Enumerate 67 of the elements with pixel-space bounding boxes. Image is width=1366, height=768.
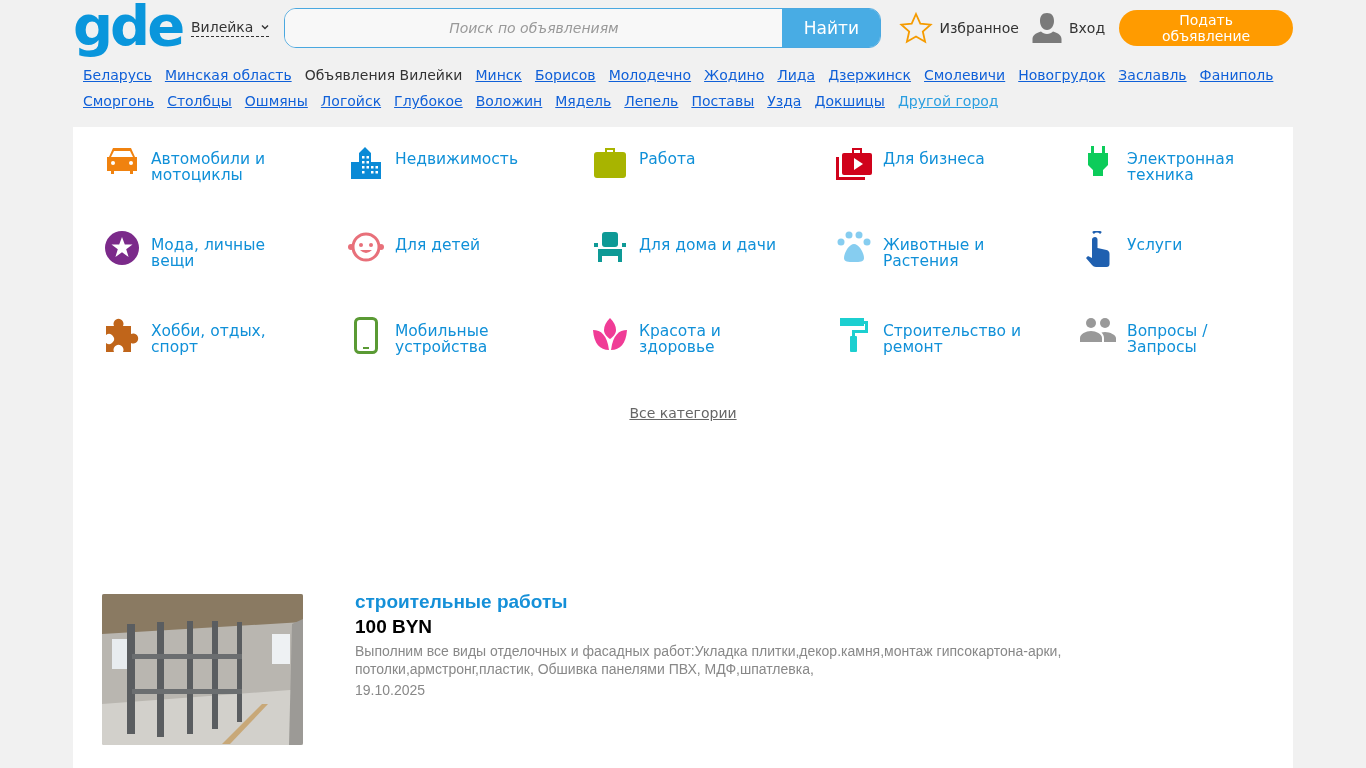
- category-link[interactable]: Услуги: [1049, 231, 1293, 317]
- category-label[interactable]: Мода, личные вещи: [151, 231, 301, 269]
- category-link[interactable]: Хобби, отдых, спорт: [73, 317, 317, 403]
- category-link[interactable]: Для бизнеса: [805, 145, 1049, 231]
- category-label[interactable]: Строительство и ремонт: [883, 317, 1033, 355]
- category-link[interactable]: Строительство и ремонт: [805, 317, 1049, 403]
- star-icon: [899, 12, 934, 44]
- location-link[interactable]: Лепель: [624, 93, 679, 109]
- category-label[interactable]: Мобильные устройства: [395, 317, 545, 355]
- location-link[interactable]: Минск: [475, 67, 522, 83]
- location-link[interactable]: Новогрудок: [1018, 67, 1106, 83]
- category-link[interactable]: Мобильные устройства: [317, 317, 561, 403]
- listing-description: Выполним все виды отделочных и фасадных работ:Укладка плитки,декор.камня,монтаж гипсокартона-арки, потолки,армстронг,пластик, Обшивка панелями ПВХ, МДФ,шпатлевка,: [355, 642, 1063, 678]
- login-link[interactable]: Вход: [1030, 12, 1106, 44]
- location-link[interactable]: Мядель: [555, 93, 612, 109]
- location-link[interactable]: Столбцы: [167, 93, 232, 109]
- city-selector[interactable]: Вилейка: [191, 19, 270, 37]
- post-ad-button[interactable]: Подать объявление: [1119, 10, 1293, 46]
- category-link[interactable]: Красота и здоровье: [561, 317, 805, 403]
- favorites-link[interactable]: Избранное: [899, 12, 1019, 44]
- location-link[interactable]: Беларусь: [83, 67, 152, 83]
- location-link[interactable]: Поставы: [691, 93, 755, 109]
- location-link[interactable]: Жодино: [704, 67, 765, 83]
- listing-price: 100 BYN: [355, 616, 434, 638]
- category-label[interactable]: Для дома и дачи: [639, 231, 789, 253]
- category-link[interactable]: Недвижимость: [317, 145, 561, 231]
- category-label[interactable]: Для детей: [395, 231, 545, 253]
- location-link[interactable]: Узда: [767, 93, 802, 109]
- category-label[interactable]: Работа: [639, 145, 789, 167]
- category-label[interactable]: Хобби, отдых, спорт: [151, 317, 301, 355]
- location-link[interactable]: Логойск: [320, 93, 382, 109]
- category-link[interactable]: Электронная техника: [1049, 145, 1293, 231]
- category-link[interactable]: Автомобили и мотоциклы: [73, 145, 317, 231]
- location-link[interactable]: Воложин: [475, 93, 543, 109]
- current-location: Объявления Вилейки: [304, 67, 463, 83]
- category-link[interactable]: Работа: [561, 145, 805, 231]
- location-link[interactable]: Ошмяны: [244, 93, 308, 109]
- other-city-link[interactable]: Другой город: [897, 93, 999, 109]
- location-link[interactable]: Докшицы: [814, 93, 885, 109]
- listing-date: 19.10.2025: [355, 682, 427, 698]
- user-icon: [1030, 12, 1063, 44]
- location-link[interactable]: Молодечно: [608, 67, 692, 83]
- category-label[interactable]: Электронная техника: [1127, 145, 1277, 183]
- category-label[interactable]: Недвижимость: [395, 145, 545, 167]
- category-link[interactable]: Для детей: [317, 231, 561, 317]
- location-link[interactable]: Сморгонь: [83, 93, 155, 109]
- listing-title[interactable]: строительные работы: [355, 591, 1065, 613]
- location-link[interactable]: Заславль: [1118, 67, 1187, 83]
- location-link[interactable]: Лида: [777, 67, 816, 83]
- category-label[interactable]: Автомобили и мотоциклы: [151, 145, 301, 183]
- category-label[interactable]: Животные и Растения: [883, 231, 1033, 269]
- all-categories-link[interactable]: Все категории: [629, 405, 737, 421]
- location-link[interactable]: Минская область: [164, 67, 292, 83]
- category-link[interactable]: Для дома и дачи: [561, 231, 805, 317]
- category-link[interactable]: Вопросы / Запросы: [1049, 317, 1293, 403]
- location-link[interactable]: Фаниполь: [1199, 67, 1274, 83]
- location-link[interactable]: Борисов: [534, 67, 596, 83]
- category-link[interactable]: Животные и Растения: [805, 231, 1049, 317]
- category-link[interactable]: Мода, личные вещи: [73, 231, 317, 317]
- category-label[interactable]: Для бизнеса: [883, 145, 1033, 167]
- category-label[interactable]: Услуги: [1127, 231, 1277, 253]
- category-label[interactable]: Красота и здоровье: [639, 317, 789, 355]
- location-link[interactable]: Дзержинск: [828, 67, 912, 83]
- chevron-icon: [261, 24, 270, 30]
- category-label[interactable]: Вопросы / Запросы: [1127, 317, 1277, 355]
- location-link[interactable]: Глубокое: [394, 93, 463, 109]
- location-link[interactable]: Смолевичи: [924, 67, 1006, 83]
